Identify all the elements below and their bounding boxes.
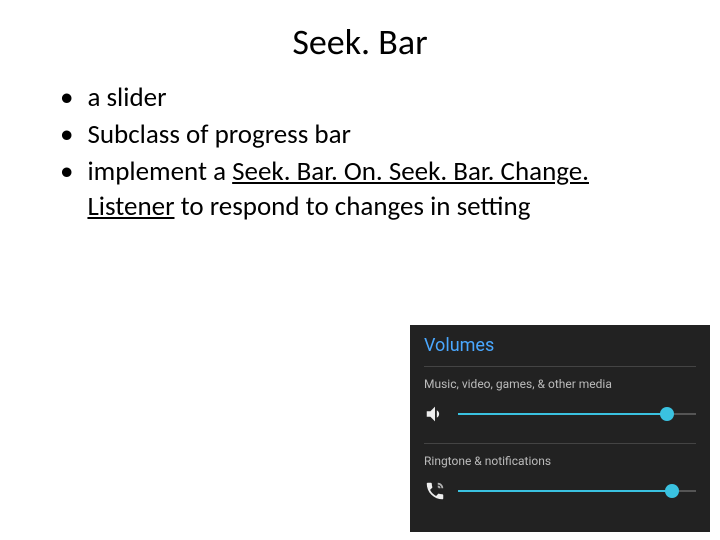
bullet-list: a slider Subclass of progress bar implem…	[60, 80, 660, 224]
volume-row-ringtone	[424, 480, 696, 502]
phone-icon	[424, 480, 446, 502]
section-label: Ringtone & notifications	[424, 454, 696, 468]
bullet-text: implement a Seek. Bar. On. Seek. Bar. Ch…	[87, 154, 660, 224]
section-label: Music, video, games, & other media	[424, 377, 696, 391]
bullet-suffix: to respond to changes in setting	[174, 190, 530, 223]
screenshot-title: Volumes	[424, 335, 696, 367]
seekbar-thumb[interactable]	[665, 484, 679, 498]
bullet-text: Subclass of progress bar	[87, 117, 351, 152]
seekbar-ringtone[interactable]	[458, 490, 696, 492]
bullet-text: a slider	[87, 80, 166, 115]
seekbar-fill	[458, 413, 667, 415]
slide-title: Seek. Bar	[60, 20, 660, 64]
list-item: Subclass of progress bar	[60, 117, 660, 152]
divider	[424, 443, 696, 444]
list-item: implement a Seek. Bar. On. Seek. Bar. Ch…	[60, 154, 660, 224]
android-screenshot: Volumes Music, video, games, & other med…	[410, 325, 710, 532]
volume-icon	[424, 403, 446, 425]
seekbar-media[interactable]	[458, 413, 696, 415]
seekbar-fill	[458, 490, 672, 492]
bullet-prefix: implement a	[87, 155, 232, 188]
slide: Seek. Bar a slider Subclass of progress …	[0, 0, 720, 224]
list-item: a slider	[60, 80, 660, 115]
seekbar-thumb[interactable]	[660, 407, 674, 421]
volume-row-media	[424, 403, 696, 425]
